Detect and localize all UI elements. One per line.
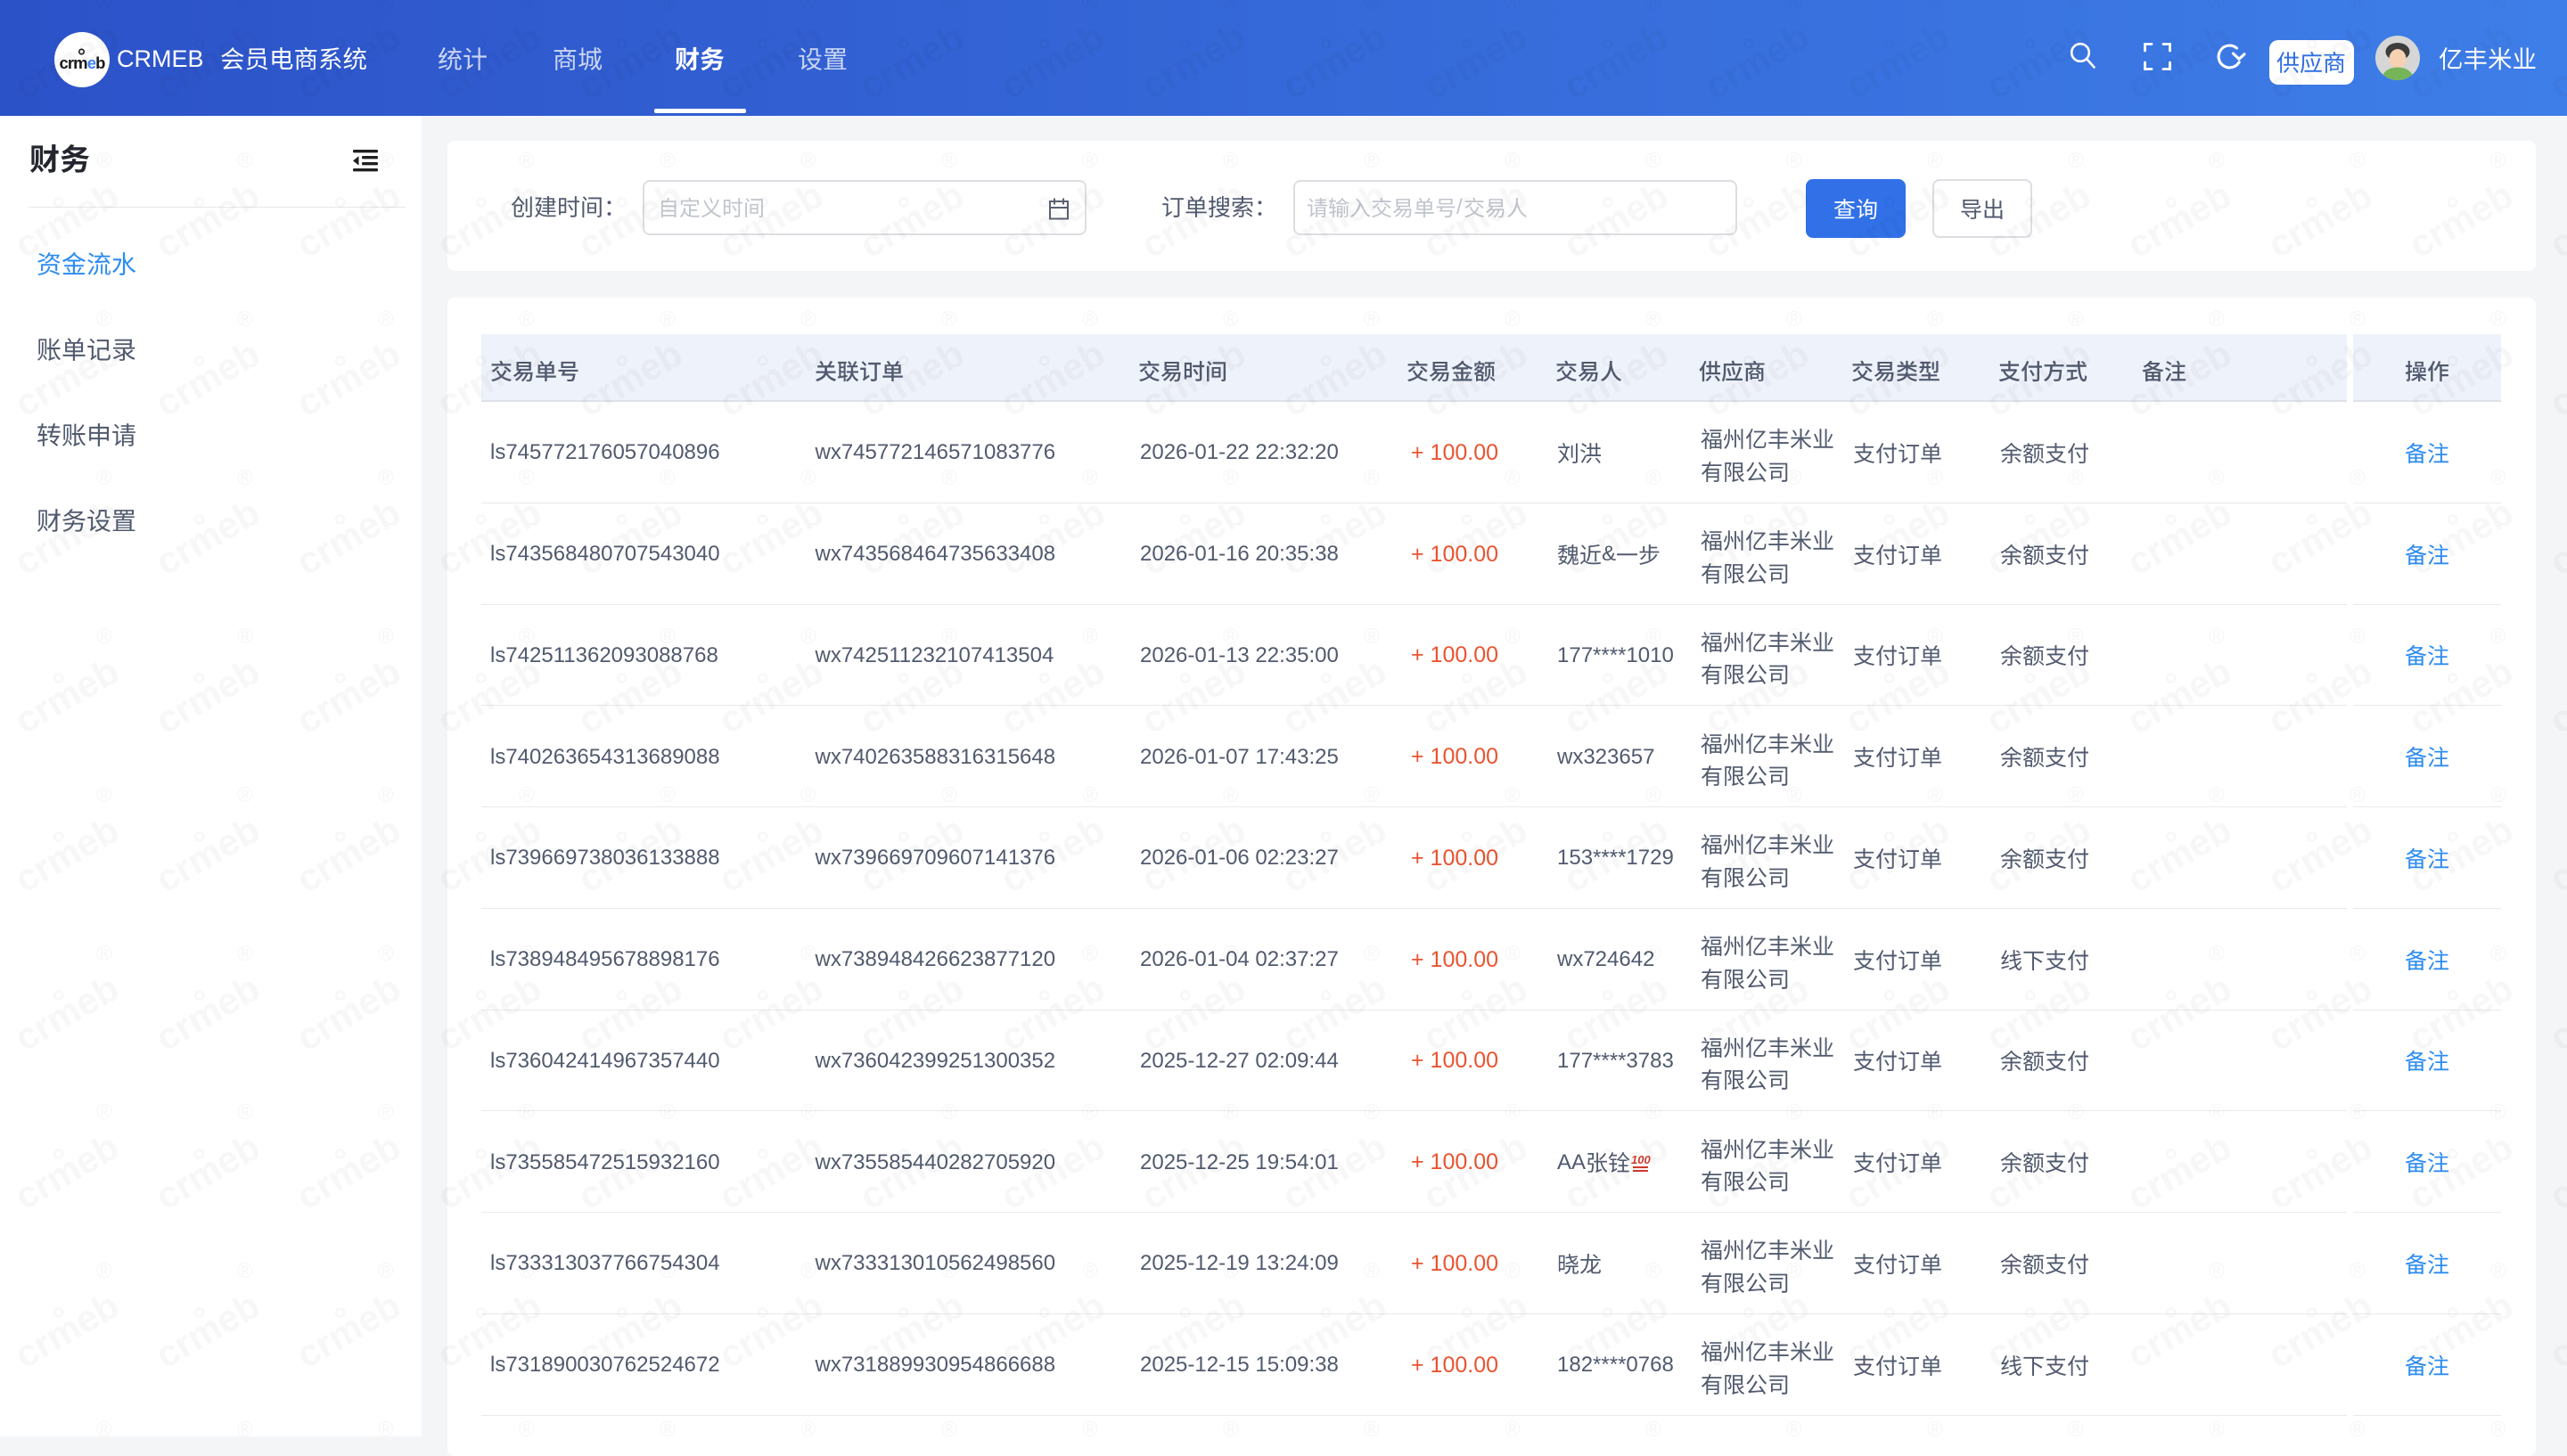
svg-text:100: 100 xyxy=(1631,1153,1651,1166)
svg-text:crmeb: crmeb xyxy=(59,53,105,72)
